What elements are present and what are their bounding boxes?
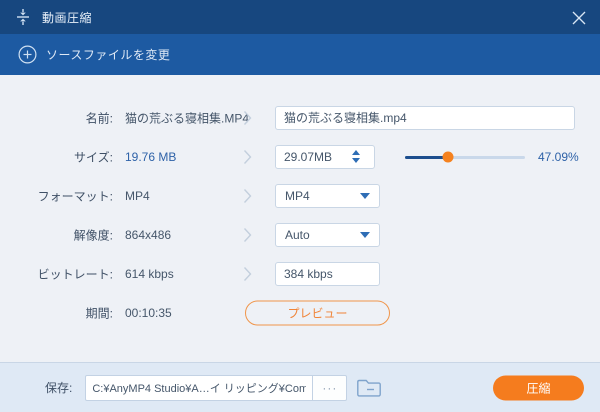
change-source-file-label: ソースファイルを変更: [46, 48, 171, 62]
resolution-selected: Auto: [285, 227, 310, 242]
format-selected: MP4: [285, 188, 310, 203]
chevron-right-icon: [243, 149, 252, 165]
resolution-current-value: 864x486: [125, 227, 172, 242]
name-label: 名前:: [85, 111, 113, 125]
plus-circle-icon: [18, 45, 37, 64]
duration-label: 期間:: [85, 306, 113, 320]
change-source-file-button[interactable]: ソースファイルを変更: [0, 34, 600, 75]
target-size-stepper: [275, 144, 375, 169]
footer-bar: 保存: ··· 圧縮: [0, 362, 600, 412]
format-dropdown[interactable]: MP4: [275, 183, 380, 208]
name-row: 名前: 猫の荒ぶる寝相集.MP4: [0, 98, 600, 137]
bitrate-current-value: 614 kbps: [125, 266, 174, 281]
browse-button[interactable]: ···: [313, 374, 348, 401]
output-name-input[interactable]: [275, 105, 575, 130]
close-icon: [572, 11, 586, 25]
resolution-label: 解像度:: [73, 228, 113, 242]
bitrate-label: ビットレート:: [37, 267, 113, 281]
duration-current-value: 00:10:35: [125, 305, 172, 320]
bitrate-input[interactable]: [275, 261, 380, 286]
chevron-right-icon: [243, 266, 252, 282]
size-label: サイズ:: [74, 150, 113, 164]
size-stepper-arrows[interactable]: [348, 148, 364, 165]
save-label: 保存:: [45, 381, 73, 395]
name-current-value: 猫の荒ぶる寝相集.MP4: [125, 111, 250, 125]
window-title: 動画圧縮: [42, 10, 93, 25]
video-compress-dialog: 動画圧縮 ソースファイルを変更 名前: 猫の荒ぶる寝相集.MP4 猫の荒ぶる寝相…: [0, 0, 600, 412]
size-percent-value: 47.09%: [538, 149, 579, 164]
format-row: フォーマット: MP4 MP4: [0, 176, 600, 215]
folder-icon: [357, 378, 382, 398]
caret-down-icon: [352, 158, 360, 163]
open-folder-button[interactable]: [357, 378, 382, 398]
caret-up-icon: [352, 150, 360, 155]
compress-button[interactable]: 圧縮: [493, 375, 584, 400]
form-area: 名前: 猫の荒ぶる寝相集.MP4 サイズ: 19.76 MB: [0, 75, 600, 362]
slider-handle[interactable]: [442, 151, 454, 162]
format-label: フォーマット:: [37, 189, 113, 203]
preview-button[interactable]: プレビュー: [245, 300, 390, 325]
target-size-input[interactable]: [276, 146, 346, 167]
resolution-row: 解像度: 864x486 Auto: [0, 215, 600, 254]
chevron-right-icon: [243, 110, 252, 126]
resolution-dropdown[interactable]: Auto: [275, 222, 380, 247]
chevron-right-icon: [243, 188, 252, 204]
bitrate-row: ビットレート: 614 kbps: [0, 254, 600, 293]
caret-down-icon: [360, 192, 370, 199]
caret-down-icon: [360, 231, 370, 238]
size-current-value: 19.76 MB: [125, 149, 177, 164]
save-path-group: ···: [85, 374, 348, 401]
duration-row: 期間: 00:10:35 プレビュー: [0, 293, 600, 332]
save-path-input[interactable]: [85, 374, 314, 401]
size-slider[interactable]: [405, 151, 525, 163]
title-bar: 動画圧縮: [0, 0, 600, 34]
size-row: サイズ: 19.76 MB 47.09%: [0, 137, 600, 176]
compress-arrows-icon: [14, 8, 32, 26]
format-current-value: MP4: [125, 188, 150, 203]
chevron-right-icon: [243, 227, 252, 243]
close-button[interactable]: [568, 7, 590, 29]
